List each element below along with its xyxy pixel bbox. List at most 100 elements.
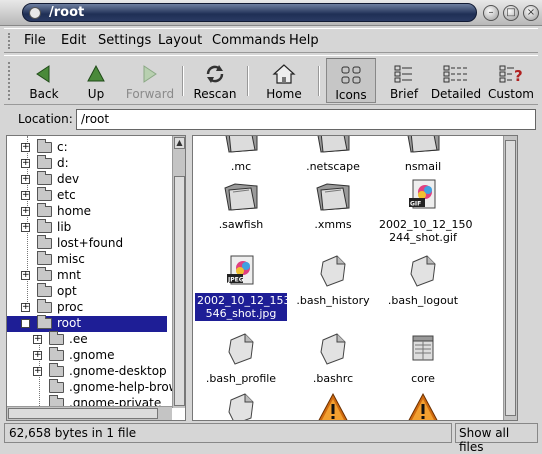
show-all-files-toggle[interactable]: Show all files bbox=[455, 423, 538, 454]
rescan-icon bbox=[206, 65, 224, 83]
tree-item[interactable]: + .gnome bbox=[7, 347, 172, 364]
tree-item[interactable]: − root bbox=[7, 315, 167, 332]
menu-help[interactable]: Help bbox=[289, 33, 319, 48]
tree-item[interactable]: opt bbox=[7, 283, 172, 300]
custom-view-label: Custom bbox=[488, 87, 534, 101]
expand-icon[interactable]: + bbox=[33, 351, 42, 360]
tree-item[interactable]: lost+found bbox=[7, 235, 172, 252]
window-menu-icon[interactable] bbox=[29, 7, 41, 19]
tree-hscroll-thumb[interactable] bbox=[8, 408, 158, 419]
files-scroll-thumb[interactable] bbox=[505, 140, 516, 416]
tree-item[interactable]: + .ee bbox=[7, 331, 172, 348]
file-label: .netscape bbox=[306, 160, 360, 173]
file-item[interactable]: nsmail bbox=[375, 136, 471, 174]
collapse-icon[interactable]: − bbox=[21, 319, 30, 328]
tree-item[interactable]: + mnt bbox=[7, 267, 172, 284]
file-item[interactable]: core bbox=[375, 330, 471, 386]
tree-item[interactable]: misc bbox=[7, 251, 172, 268]
minimize-icon[interactable]: – bbox=[483, 5, 499, 21]
menu-settings[interactable]: Settings bbox=[98, 33, 151, 48]
tree-item[interactable]: + lib bbox=[7, 219, 172, 236]
menu-commands[interactable]: Commands bbox=[212, 33, 286, 48]
tree-horizontal-scrollbar[interactable] bbox=[7, 406, 172, 420]
tree-item-label: misc bbox=[57, 252, 85, 266]
file-item[interactable]: .netscape bbox=[285, 136, 381, 174]
tree-item-label: .ee bbox=[69, 332, 88, 346]
tree-item[interactable]: + c: bbox=[7, 139, 172, 156]
custom-view-button[interactable]: ? Custom bbox=[486, 58, 536, 103]
location-input[interactable]: /root bbox=[76, 109, 536, 130]
directory-tree[interactable]: + c: + d: + dev + etc + home + lib lost+found misc + mn… bbox=[6, 135, 186, 421]
folder-icon bbox=[49, 347, 64, 361]
folder-icon bbox=[285, 176, 381, 215]
file-item[interactable] bbox=[193, 390, 289, 420]
expand-icon[interactable]: + bbox=[21, 143, 30, 152]
tree-vertical-scrollbar[interactable]: ▲ bbox=[172, 136, 185, 408]
forward-button[interactable]: Forward bbox=[122, 58, 178, 103]
file-item[interactable]: .xmms bbox=[285, 176, 381, 232]
expand-icon[interactable]: + bbox=[21, 207, 30, 216]
file-item[interactable]: .sawfish bbox=[193, 176, 289, 232]
brief-view-button[interactable]: Brief bbox=[382, 58, 426, 103]
rescan-button[interactable]: Rescan bbox=[190, 58, 240, 103]
core-file-icon bbox=[375, 330, 471, 369]
file-icon-view[interactable]: .mc .netscape nsmail .sawfish .xmms GIF 2002_1… bbox=[192, 135, 518, 421]
close-icon[interactable]: × bbox=[523, 5, 539, 21]
maximize-icon[interactable]: □ bbox=[503, 5, 519, 21]
expand-icon[interactable]: + bbox=[21, 223, 30, 232]
tree-item[interactable]: + etc bbox=[7, 187, 172, 204]
tree-item[interactable]: + proc bbox=[7, 299, 172, 316]
up-button[interactable]: Up bbox=[74, 58, 118, 103]
scroll-up-arrow-icon[interactable]: ▲ bbox=[174, 137, 185, 149]
expand-icon[interactable]: + bbox=[21, 271, 30, 280]
tree-item-label: dev bbox=[57, 172, 80, 186]
file-item[interactable]: GIF 2002_10_12_150 244_shot.gif bbox=[375, 176, 473, 245]
files-vertical-scrollbar[interactable] bbox=[503, 136, 517, 420]
expand-icon[interactable]: + bbox=[21, 303, 30, 312]
detailed-view-button[interactable]: Detailed bbox=[430, 58, 482, 103]
icons-view-button[interactable]: Icons bbox=[326, 58, 376, 103]
toolbar: Back Up Forward Rescan Home Icons Brief … bbox=[4, 55, 538, 105]
file-label: 2002_10_12_153 546_shot.jpg bbox=[195, 293, 291, 321]
expand-icon[interactable]: + bbox=[33, 335, 42, 344]
home-button[interactable]: Home bbox=[258, 58, 310, 103]
menu-edit[interactable]: Edit bbox=[61, 33, 86, 48]
folder-icon bbox=[37, 171, 52, 185]
file-item[interactable]: .bash_logout bbox=[375, 252, 471, 308]
toolbar-grip-icon[interactable] bbox=[8, 62, 14, 100]
toolbar-separator bbox=[182, 66, 184, 96]
expand-icon[interactable]: + bbox=[21, 159, 30, 168]
file-item[interactable] bbox=[285, 390, 381, 420]
title-capsule[interactable]: /root bbox=[22, 3, 477, 22]
tree-item[interactable]: + d: bbox=[7, 155, 172, 172]
tree-scroll-thumb[interactable] bbox=[174, 176, 185, 406]
file-item[interactable]: .bash_profile bbox=[193, 330, 289, 386]
menu-layout[interactable]: Layout bbox=[158, 33, 202, 48]
gif-image-icon: GIF bbox=[375, 176, 471, 215]
tree-item[interactable]: + dev bbox=[7, 171, 172, 188]
tree-item[interactable]: + home bbox=[7, 203, 172, 220]
file-item[interactable]: .bashrc bbox=[285, 330, 381, 386]
menubar-grip-icon[interactable] bbox=[8, 33, 14, 49]
expand-icon[interactable]: + bbox=[33, 367, 42, 376]
home-icon bbox=[272, 64, 296, 84]
up-arrow-icon bbox=[87, 64, 105, 82]
file-item[interactable] bbox=[375, 390, 471, 420]
file-label: 2002_10_12_150 244_shot.gif bbox=[379, 218, 473, 244]
tree-item-label: lib bbox=[57, 220, 72, 234]
tree-item[interactable]: .gnome-help-brow bbox=[7, 379, 179, 396]
file-label: .bash_profile bbox=[205, 372, 277, 385]
folder-icon bbox=[37, 299, 52, 313]
folder-icon bbox=[37, 267, 52, 281]
tree-item[interactable]: + .gnome-desktop bbox=[7, 363, 172, 380]
expand-icon[interactable]: + bbox=[21, 175, 30, 184]
file-item[interactable]: .bash_history bbox=[285, 252, 381, 308]
tree-item-label: etc bbox=[57, 188, 76, 202]
expand-icon[interactable]: + bbox=[21, 191, 30, 200]
icons-view-icon bbox=[341, 66, 361, 84]
brief-view-label: Brief bbox=[389, 87, 419, 101]
menu-file[interactable]: File bbox=[24, 33, 46, 48]
file-item[interactable]: JPEG 2002_10_12_153 546_shot.jpg bbox=[193, 252, 291, 321]
back-button[interactable]: Back bbox=[22, 58, 66, 103]
file-item[interactable]: .mc bbox=[193, 136, 289, 174]
